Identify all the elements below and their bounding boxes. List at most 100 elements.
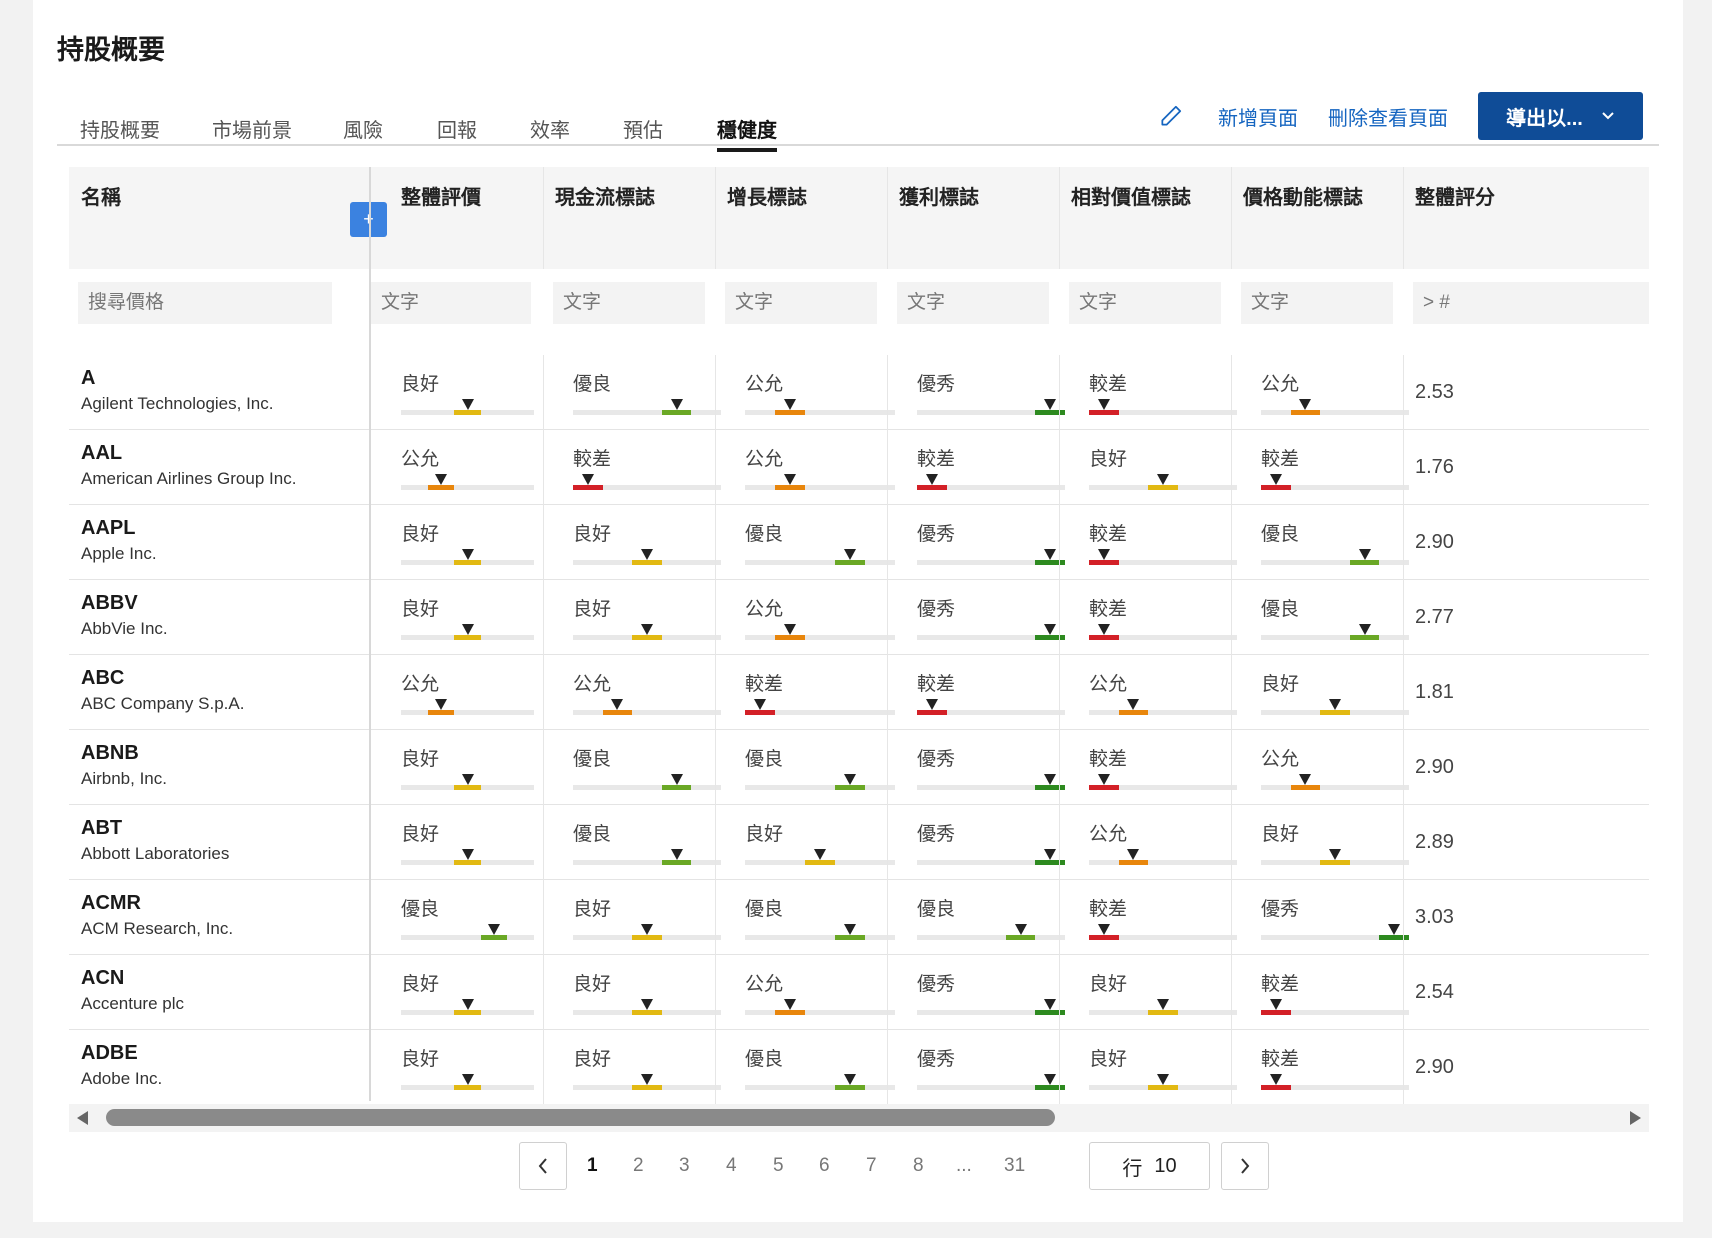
- grade-cell-overall-grade: 良好: [371, 1030, 543, 1105]
- grade-label: 較差: [1089, 899, 1128, 920]
- table-row[interactable]: A Agilent Technologies, Inc. 良好 優良 公允 優秀 較差 公允 2…: [69, 355, 1649, 430]
- export-button[interactable]: 導出以...: [1478, 92, 1643, 140]
- grade-gauge-fill: [1261, 485, 1291, 490]
- grade-gauge-fill: [1261, 1085, 1291, 1090]
- grade-marker-icon: [1044, 774, 1057, 785]
- ticker[interactable]: ACN: [81, 967, 124, 990]
- grade-gauge-fill: [1148, 1010, 1178, 1015]
- scroll-right-arrow-icon[interactable]: [1630, 1111, 1641, 1125]
- grade-marker-icon: [1044, 999, 1057, 1010]
- grade-cell-price-momentum: 較差: [1231, 430, 1409, 505]
- prev-page-button[interactable]: [519, 1142, 567, 1190]
- delete-page-link[interactable]: 刪除查看頁面: [1328, 102, 1448, 131]
- pencil-icon[interactable]: [1158, 103, 1184, 129]
- grade-marker-icon: [488, 924, 501, 935]
- grade-marker-icon: [1269, 999, 1282, 1010]
- tab-risk[interactable]: 風險: [343, 114, 383, 143]
- grade-label: 公允: [1089, 674, 1128, 695]
- grade-gauge: [573, 1074, 721, 1090]
- grade-label: 良好: [1089, 449, 1128, 470]
- add-page-link[interactable]: 新增頁面: [1218, 102, 1298, 131]
- ticker[interactable]: ABNB: [81, 742, 139, 765]
- grade-gauge-fill: [1320, 860, 1350, 865]
- growth-filter-input[interactable]: [725, 282, 877, 324]
- grade-cell-cash-flow: 優良: [543, 730, 721, 805]
- ticker[interactable]: ADBE: [81, 1042, 138, 1065]
- grade-gauge: [917, 1074, 1065, 1090]
- ticker[interactable]: AAPL: [81, 517, 135, 540]
- overall-score: 2.53: [1415, 381, 1454, 403]
- page-number[interactable]: 31: [1004, 1155, 1025, 1177]
- table-row[interactable]: ABNB Airbnb, Inc. 良好 優良 優良 優秀 較差 公允 2.90: [69, 730, 1649, 805]
- grade-gauge: [1089, 549, 1237, 565]
- page-number[interactable]: 2: [633, 1155, 644, 1177]
- scroll-left-arrow-icon[interactable]: [77, 1111, 88, 1125]
- table-row[interactable]: ACMR ACM Research, Inc. 優良 良好 優良 優良 較差 優秀 3.03: [69, 880, 1649, 955]
- ticker[interactable]: AAL: [81, 442, 122, 465]
- horizontal-scrollbar[interactable]: [69, 1104, 1649, 1132]
- page-number[interactable]: 6: [819, 1155, 830, 1177]
- grade-cell-overall-grade: 良好: [371, 580, 543, 655]
- table-row[interactable]: AAL American Airlines Group Inc. 公允 較差 公允 較差 良…: [69, 430, 1649, 505]
- table-row[interactable]: ABC ABC Company S.p.A. 公允 公允 較差 較差 公允 良好 1.81: [69, 655, 1649, 730]
- page-title: 持股概要: [57, 35, 165, 65]
- page-number[interactable]: 7: [866, 1155, 877, 1177]
- tab-estimates[interactable]: 預估: [623, 114, 663, 143]
- tab-soundness[interactable]: 穩健度: [717, 114, 777, 152]
- tab-efficiency[interactable]: 效率: [530, 114, 570, 143]
- price-momentum-filter-input[interactable]: [1241, 282, 1393, 324]
- cash-flow-filter-input[interactable]: [553, 282, 705, 324]
- grade-cell-relative-value: 較差: [1059, 880, 1237, 955]
- column-header-relative-value[interactable]: 相對價值標誌: [1059, 167, 1231, 269]
- grade-label: 優良: [745, 1049, 784, 1070]
- ticker[interactable]: ABT: [81, 817, 122, 840]
- profitability-filter-input[interactable]: [897, 282, 1049, 324]
- ticker[interactable]: ACMR: [81, 892, 141, 915]
- page-number[interactable]: 1: [587, 1155, 598, 1177]
- page-number[interactable]: 4: [726, 1155, 737, 1177]
- table-row[interactable]: ABBV AbbVie Inc. 良好 良好 公允 優秀 較差 優良 2.77: [69, 580, 1649, 655]
- rows-per-page-select[interactable]: 行 10: [1089, 1142, 1210, 1190]
- ticker[interactable]: ABBV: [81, 592, 138, 615]
- table-row[interactable]: ADBE Adobe Inc. 良好 良好 優良 優秀 良好 較差 2.90: [69, 1030, 1649, 1105]
- table-row[interactable]: ABT Abbott Laboratories 良好 優良 良好 優秀 公允 良好 2.89: [69, 805, 1649, 880]
- grade-gauge: [745, 774, 895, 790]
- ticker[interactable]: ABC: [81, 667, 124, 690]
- grade-cell-relative-value: 公允: [1059, 805, 1237, 880]
- column-header-cash-flow[interactable]: 現金流標誌: [543, 167, 715, 269]
- grade-marker-icon: [1044, 549, 1057, 560]
- name-filter-input[interactable]: [78, 282, 332, 324]
- grade-label: 公允: [745, 374, 784, 395]
- column-header-overall-score[interactable]: 整體評分: [1403, 167, 1649, 269]
- grade-marker-icon: [581, 474, 594, 485]
- grade-cell-price-momentum: 公允: [1231, 730, 1409, 805]
- page-number[interactable]: 5: [773, 1155, 784, 1177]
- grade-gauge-fill: [775, 410, 805, 415]
- grade-cell-growth: 良好: [715, 805, 895, 880]
- grade-cell-overall-grade: 公允: [371, 655, 543, 730]
- ticker[interactable]: A: [81, 367, 95, 390]
- next-page-button[interactable]: [1221, 1142, 1269, 1190]
- score-filter-input[interactable]: [1413, 282, 1649, 324]
- tab-holdings-summary[interactable]: 持股概要: [80, 114, 160, 143]
- relative-value-filter-input[interactable]: [1069, 282, 1221, 324]
- grade-marker-icon: [1097, 924, 1110, 935]
- grade-label: 較差: [1261, 449, 1300, 470]
- column-header-price-momentum[interactable]: 價格動能標誌: [1231, 167, 1403, 269]
- table-row[interactable]: ACN Accenture plc 良好 良好 公允 優秀 良好 較差 2.54: [69, 955, 1649, 1030]
- grade-gauge-fill: [1290, 785, 1321, 790]
- column-header-overall-grade[interactable]: 整體評價: [371, 167, 543, 269]
- grade-cell-profitability: 優秀: [887, 505, 1065, 580]
- page-number[interactable]: 8: [913, 1155, 924, 1177]
- column-header-growth[interactable]: 增長標誌: [715, 167, 887, 269]
- grade-label: 較差: [1089, 524, 1128, 545]
- tab-market-outlook[interactable]: 市場前景: [212, 114, 292, 143]
- column-header-profitability[interactable]: 獲利標誌: [887, 167, 1059, 269]
- table-row[interactable]: AAPL Apple Inc. 良好 良好 優良 優秀 較差 優良 2.90: [69, 505, 1649, 580]
- scrollbar-thumb[interactable]: [106, 1109, 1055, 1126]
- tab-returns[interactable]: 回報: [437, 114, 477, 143]
- grade-label: 良好: [573, 599, 612, 620]
- column-header-name[interactable]: 名稱: [69, 167, 369, 269]
- overall-grade-filter-input[interactable]: [371, 282, 531, 324]
- page-number[interactable]: 3: [679, 1155, 690, 1177]
